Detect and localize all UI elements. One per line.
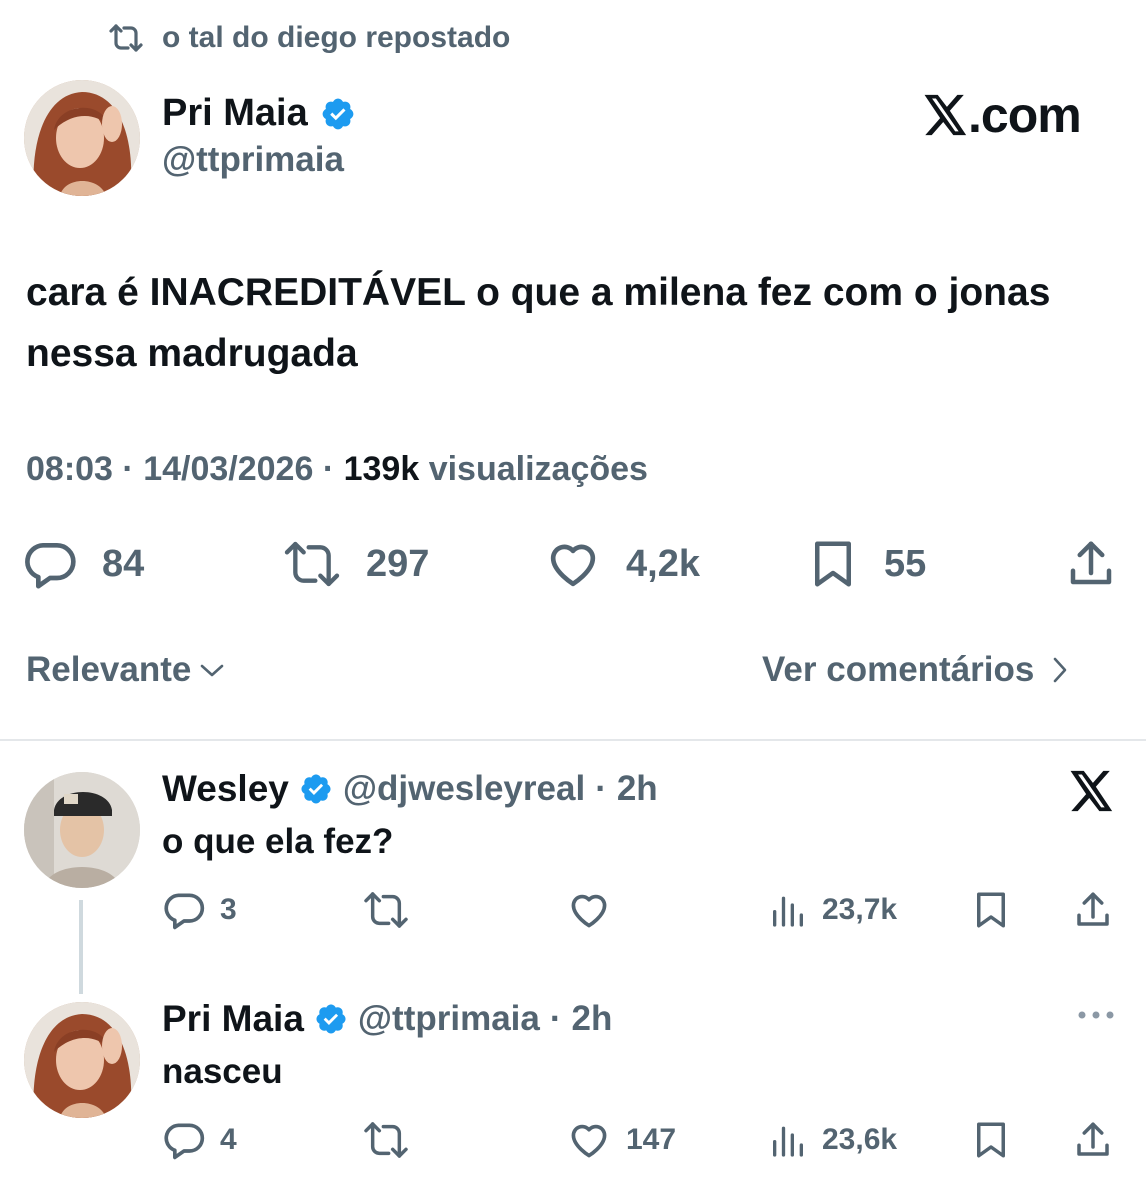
share-button[interactable] bbox=[1072, 888, 1114, 932]
views-icon bbox=[768, 888, 808, 932]
repost-button[interactable] bbox=[362, 1118, 424, 1162]
heart-icon bbox=[566, 888, 612, 932]
view-count: 139k bbox=[343, 450, 420, 488]
repost-icon bbox=[282, 536, 342, 592]
reply-count: 3 bbox=[220, 893, 237, 926]
x-com-watermark: .com bbox=[924, 86, 1082, 144]
reply-count: 4 bbox=[220, 1123, 237, 1156]
views-button[interactable]: 23,7k bbox=[768, 888, 897, 932]
share-icon bbox=[1064, 536, 1118, 592]
x-logo-icon bbox=[924, 94, 968, 136]
repost-count: 297 bbox=[366, 542, 430, 585]
bookmark-button[interactable]: 55 bbox=[806, 536, 926, 592]
reply-avatar[interactable] bbox=[24, 1002, 140, 1118]
views-count: 23,7k bbox=[822, 893, 898, 926]
bookmark-icon bbox=[970, 888, 1012, 932]
tweet-meta: 08:03 · 14/03/2026 · 139k visualizações bbox=[26, 450, 648, 488]
reply-time[interactable]: 2h bbox=[572, 999, 613, 1039]
views-button[interactable]: 23,6k bbox=[768, 1118, 897, 1162]
view-comments-label: Ver comentários bbox=[762, 650, 1035, 689]
chevron-right-icon bbox=[1050, 655, 1070, 685]
x-logo-icon bbox=[1070, 770, 1114, 812]
chevron-down-icon bbox=[199, 660, 225, 680]
views-icon bbox=[768, 1118, 808, 1162]
reply-time[interactable]: 2h bbox=[617, 769, 658, 809]
thread-connector bbox=[79, 900, 83, 994]
like-button[interactable]: 4,2k bbox=[544, 536, 700, 592]
bookmark-button[interactable] bbox=[970, 888, 1012, 932]
view-comments-link[interactable]: Ver comentários bbox=[762, 650, 1070, 690]
like-button[interactable] bbox=[566, 888, 626, 932]
reply-button[interactable]: 4 bbox=[162, 1118, 237, 1162]
share-icon bbox=[1072, 1118, 1114, 1162]
heart-icon bbox=[566, 1118, 612, 1162]
tweet-date[interactable]: 14/03/2026 bbox=[143, 450, 313, 488]
verified-badge-icon bbox=[314, 1002, 348, 1036]
reply-author-handle[interactable]: @ttprimaia bbox=[358, 999, 540, 1039]
reply-header: Wesley @djwesleyreal · 2h bbox=[162, 768, 658, 810]
reply-icon bbox=[22, 536, 78, 592]
author-handle[interactable]: @ttprimaia bbox=[162, 140, 344, 180]
more-options-icon[interactable] bbox=[1076, 1008, 1116, 1022]
view-label: visualizações bbox=[428, 450, 648, 488]
repost-icon bbox=[362, 1118, 410, 1162]
reply-author-name[interactable]: Pri Maia bbox=[162, 998, 304, 1040]
reply-author-name[interactable]: Wesley bbox=[162, 768, 289, 810]
repost-label: o tal do diego repostado bbox=[162, 21, 511, 54]
heart-icon bbox=[544, 536, 602, 592]
x-com-text: .com bbox=[968, 87, 1082, 143]
author-name: Pri Maia bbox=[162, 92, 308, 134]
repost-icon bbox=[362, 888, 410, 932]
bookmark-button[interactable] bbox=[970, 1118, 1012, 1162]
repost-icon bbox=[108, 23, 144, 53]
reply-author-handle[interactable]: @djwesleyreal bbox=[343, 769, 585, 809]
like-button[interactable]: 147 bbox=[566, 1118, 676, 1162]
sort-dropdown[interactable]: Relevante bbox=[26, 650, 225, 690]
repost-header[interactable]: o tal do diego repostado bbox=[108, 18, 510, 58]
sort-label: Relevante bbox=[26, 650, 192, 689]
bookmark-count: 55 bbox=[884, 542, 927, 585]
reply-icon bbox=[162, 1118, 206, 1162]
views-count: 23,6k bbox=[822, 1123, 898, 1156]
repost-button[interactable] bbox=[362, 888, 424, 932]
reply-count: 84 bbox=[102, 542, 145, 585]
share-button[interactable] bbox=[1064, 536, 1118, 592]
bookmark-icon bbox=[970, 1118, 1012, 1162]
share-button[interactable] bbox=[1072, 1118, 1114, 1162]
like-count: 4,2k bbox=[626, 542, 700, 585]
share-icon bbox=[1072, 888, 1114, 932]
reply-text: o que ela fez? bbox=[162, 822, 394, 861]
bookmark-icon bbox=[806, 536, 860, 592]
divider bbox=[0, 739, 1146, 741]
reply-button[interactable]: 84 bbox=[22, 536, 144, 592]
reply-avatar[interactable] bbox=[24, 772, 140, 888]
repost-button[interactable]: 297 bbox=[282, 536, 429, 592]
author-name-row[interactable]: Pri Maia bbox=[162, 92, 356, 135]
reply-header: Pri Maia @ttprimaia · 2h bbox=[162, 998, 613, 1040]
author-avatar[interactable] bbox=[24, 80, 140, 196]
tweet-text: cara é INACREDITÁVEL o que a milena fez … bbox=[26, 271, 1051, 375]
tweet-time[interactable]: 08:03 bbox=[26, 450, 113, 488]
reply-icon bbox=[162, 888, 206, 932]
reply-text: nasceu bbox=[162, 1052, 283, 1091]
reply-button[interactable]: 3 bbox=[162, 888, 237, 932]
verified-badge-icon bbox=[299, 772, 333, 806]
like-count: 147 bbox=[626, 1123, 677, 1156]
verified-badge-icon bbox=[320, 96, 356, 132]
